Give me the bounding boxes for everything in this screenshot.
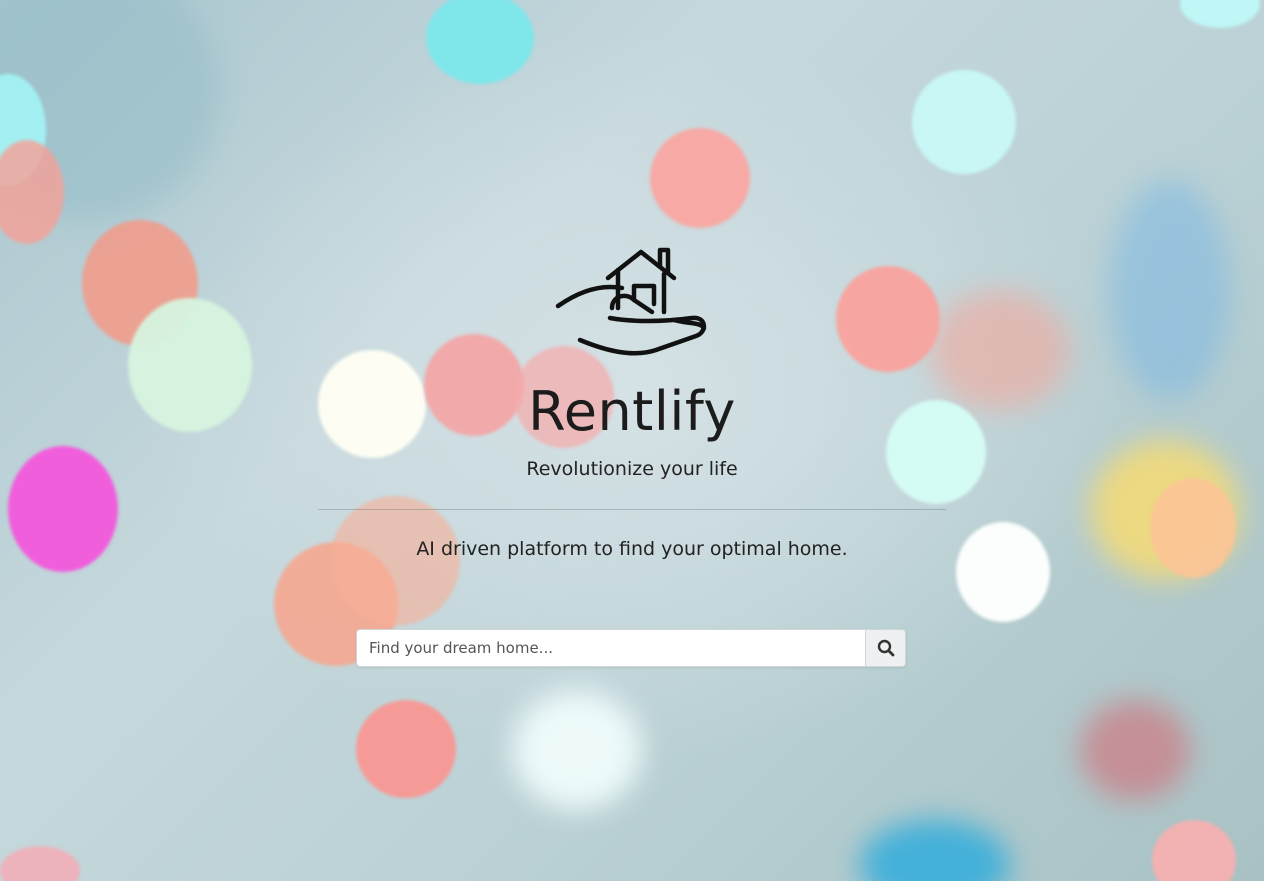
divider — [318, 509, 946, 510]
house-in-hand-icon — [555, 247, 707, 356]
search-button[interactable] — [865, 629, 906, 667]
search-input[interactable] — [356, 629, 865, 667]
brand-name: Rentlify — [528, 380, 736, 443]
search-icon — [877, 639, 894, 657]
hero-description: AI driven platform to find your optimal … — [416, 538, 848, 560]
hero-section: Rentlify Revolutionize your life AI driv… — [0, 0, 1264, 881]
search-bar — [356, 629, 906, 667]
brand-tagline: Revolutionize your life — [526, 458, 738, 480]
